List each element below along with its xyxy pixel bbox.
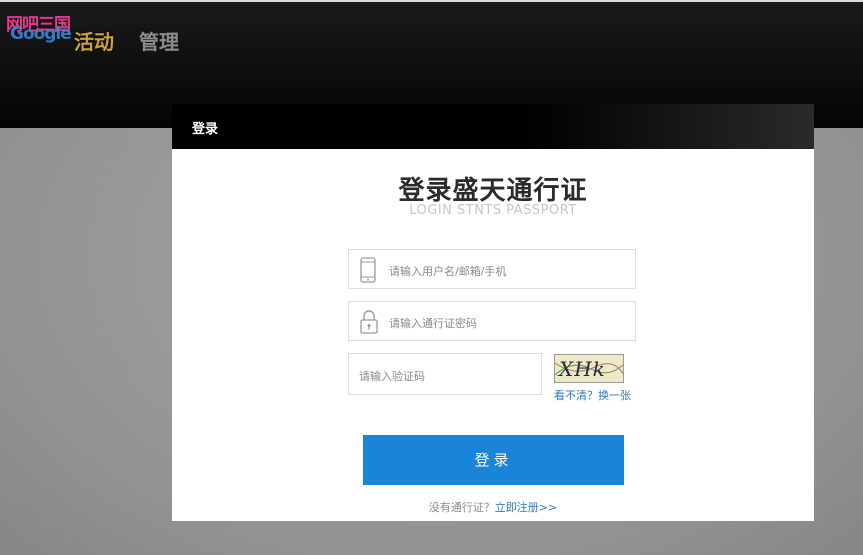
lock-icon bbox=[359, 309, 378, 334]
login-heading: 登录盛天通行证 bbox=[398, 176, 588, 206]
username-field[interactable]: 请输入用户名/邮箱/手机 bbox=[348, 249, 636, 289]
logo-manage-text: 管理 bbox=[139, 30, 179, 54]
register-prompt: 没有通行证？立即注册>> bbox=[172, 499, 814, 515]
site-logo[interactable]: 网吧三国 Google 活动 管理 bbox=[4, 8, 204, 54]
captcha-refresh-link[interactable]: 看不清？换一张 bbox=[554, 387, 631, 403]
dialog-header: 登录 bbox=[172, 104, 814, 149]
captcha-placeholder: 请输入验证码 bbox=[359, 370, 425, 383]
username-placeholder: 请输入用户名/邮箱/手机 bbox=[389, 265, 507, 278]
register-link[interactable]: 立即注册>> bbox=[495, 501, 557, 514]
logo-brand-overlay-text: Google bbox=[10, 24, 72, 44]
login-subheading: LOGIN STNTS PASSPORT bbox=[409, 203, 577, 218]
login-button[interactable]: 登录 bbox=[363, 435, 624, 485]
password-placeholder: 请输入通行证密码 bbox=[389, 317, 477, 330]
logo-activity-text: 活动 bbox=[74, 30, 114, 54]
no-account-text: 没有通行证？ bbox=[428, 501, 495, 514]
password-field[interactable]: 请输入通行证密码 bbox=[348, 301, 636, 341]
captcha-input[interactable]: 请输入验证码 bbox=[348, 353, 542, 395]
login-dialog: 登录 登录盛天通行证 LOGIN STNTS PASSPORT 请输入用户名/邮… bbox=[172, 104, 814, 521]
dialog-title: 登录 bbox=[192, 122, 219, 137]
mobile-phone-icon bbox=[359, 257, 377, 283]
captcha-image[interactable]: XHk bbox=[554, 354, 624, 383]
captcha-text: XHk bbox=[559, 357, 606, 381]
